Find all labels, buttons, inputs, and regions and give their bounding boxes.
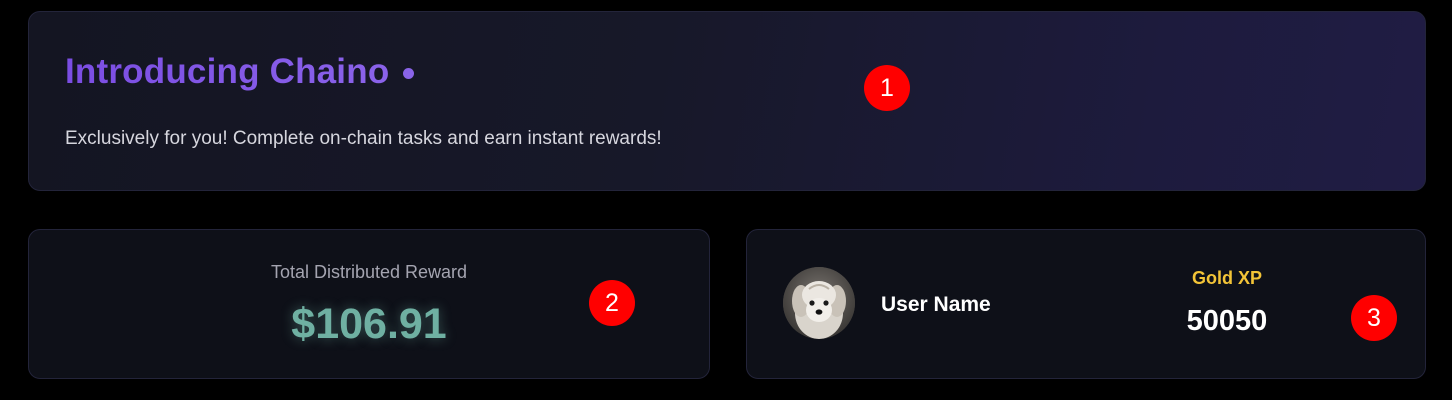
hero-subtitle: Exclusively for you! Complete on-chain t… (65, 128, 662, 149)
annotation-badge-2: 2 (589, 280, 635, 326)
annotation-badge-1: 1 (864, 65, 910, 111)
user-profile-card: User Name Gold XP 50050 (746, 229, 1426, 379)
live-dot-icon (403, 67, 415, 79)
gold-xp-label: Gold XP (1191, 268, 1262, 288)
gold-xp-value: 50050 (1186, 305, 1268, 337)
hero-title: Introducing Chaino (65, 52, 415, 92)
hero-title-text: Introducing Chaino (65, 52, 390, 91)
hero-banner: Introducing Chaino Exclusively for you! … (28, 11, 1426, 191)
user-name: User Name (881, 293, 991, 316)
annotation-badge-3: 3 (1351, 295, 1397, 341)
dog-avatar-icon[interactable] (783, 267, 855, 339)
